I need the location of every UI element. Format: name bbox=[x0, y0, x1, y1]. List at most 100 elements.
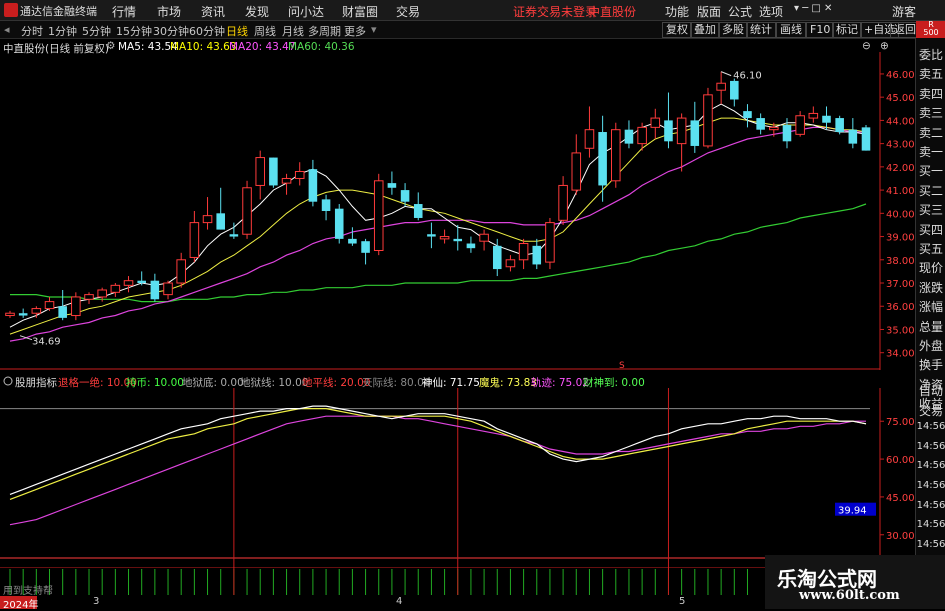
candle-body bbox=[584, 129, 595, 149]
panel-item-6[interactable]: 买一 bbox=[916, 162, 945, 179]
candle-body bbox=[387, 183, 397, 188]
panel-item-5[interactable]: 卖一 bbox=[916, 143, 945, 160]
menu-item-zixun[interactable]: 资讯 bbox=[201, 3, 225, 20]
window-controls-icon[interactable]: ▾ ─ □ ✕ bbox=[794, 3, 832, 14]
candle-body bbox=[361, 241, 370, 253]
price-tick-label: 36.00 bbox=[886, 302, 915, 313]
tab-weekly[interactable]: 周线 bbox=[254, 23, 276, 39]
biaoji-button[interactable]: 标记 bbox=[832, 22, 862, 38]
candle-body bbox=[558, 184, 568, 221]
panel-item-27[interactable]: 14:56 bbox=[916, 539, 945, 550]
panel-item-9[interactable]: 买四 bbox=[916, 221, 945, 238]
menu-item-caifuquan[interactable]: 财富圈 bbox=[342, 3, 378, 20]
panel-item-19[interactable]: 自动 bbox=[916, 382, 945, 399]
tab-fenshi[interactable]: 分时 bbox=[21, 23, 43, 39]
panel-item-8[interactable]: 买三 bbox=[916, 201, 945, 218]
panel-item-7[interactable]: 买二 bbox=[916, 182, 945, 199]
candle-body bbox=[822, 115, 831, 123]
panel-item-10[interactable]: 买五 bbox=[916, 240, 945, 257]
menu-item-gongshi[interactable]: 公式 bbox=[728, 3, 752, 20]
more-dropdown-icon[interactable]: ▾ bbox=[371, 23, 377, 36]
menu-item-wenxiaoda[interactable]: 问小达 bbox=[288, 3, 324, 20]
candle-body bbox=[84, 294, 94, 300]
candle-body bbox=[453, 238, 463, 242]
candle-body bbox=[321, 199, 331, 211]
panel-item-24[interactable]: 14:56 bbox=[916, 480, 945, 491]
huaxian-button[interactable]: 画线 bbox=[776, 22, 806, 38]
panel-item-21[interactable]: 14:56 bbox=[916, 421, 945, 432]
menu-item-gongneng[interactable]: 功能 bbox=[665, 3, 689, 20]
zoom-out-icon[interactable]: ⊖ bbox=[862, 40, 871, 52]
candle-body bbox=[532, 245, 542, 265]
diejia-button[interactable]: 叠加 bbox=[690, 22, 720, 38]
candle-body bbox=[730, 80, 739, 100]
candle-body bbox=[373, 180, 384, 251]
panel-item-16[interactable]: 换手 bbox=[916, 356, 945, 373]
tab-daily[interactable]: 日线 bbox=[226, 23, 248, 39]
panel-item-23[interactable]: 14:56 bbox=[916, 460, 945, 471]
panel-toggle-button[interactable]: R 500 bbox=[916, 21, 945, 38]
price-tick-label: 45.00 bbox=[886, 93, 915, 104]
tab-more[interactable]: 更多 bbox=[344, 23, 366, 39]
panel-item-22[interactable]: 14:56 bbox=[916, 441, 945, 452]
panel-item-26[interactable]: 14:56 bbox=[916, 519, 945, 530]
candle-body bbox=[650, 117, 661, 128]
collapse-icon[interactable]: ◂ bbox=[4, 23, 10, 36]
panel-item-15[interactable]: 外盘 bbox=[916, 337, 945, 354]
tab-15min[interactable]: 15分钟 bbox=[116, 23, 152, 39]
zoom-in-icon[interactable]: ⊕ bbox=[880, 40, 889, 52]
menu-item-banmian[interactable]: 版面 bbox=[697, 3, 721, 20]
duogu-button[interactable]: 多股 bbox=[718, 22, 748, 38]
candle-body bbox=[229, 234, 239, 237]
tab-multi-period[interactable]: 多周期 bbox=[308, 23, 341, 39]
candle-body bbox=[137, 280, 146, 284]
price-tick-label: 44.00 bbox=[886, 116, 915, 127]
panel-item-3[interactable]: 卖三 bbox=[916, 104, 945, 121]
panel-item-1[interactable]: 卖五 bbox=[916, 65, 945, 82]
menu-item-xuanxiang[interactable]: 选项 bbox=[759, 3, 783, 20]
menu-item-hangqing[interactable]: 行情 bbox=[112, 3, 136, 20]
panel-item-2[interactable]: 卖四 bbox=[916, 85, 945, 102]
quote-side-panel: R 500 委比卖五卖四卖三卖二卖一买一买二买三买四买五现价涨跌涨幅总量外盘换手… bbox=[915, 21, 945, 609]
candle-body bbox=[31, 308, 42, 314]
panel-item-14[interactable]: 总量 bbox=[916, 318, 945, 335]
tab-monthly[interactable]: 月线 bbox=[282, 23, 304, 39]
f10-button[interactable]: F10 bbox=[806, 22, 835, 38]
candle-body bbox=[756, 118, 765, 130]
panel-item-25[interactable]: 14:56 bbox=[916, 500, 945, 511]
time-axis-label-may: 5 bbox=[679, 596, 686, 607]
settings-gear-icon[interactable]: ⚙ bbox=[106, 40, 115, 52]
tab-1min[interactable]: 1分钟 bbox=[48, 23, 77, 39]
candle-body bbox=[97, 289, 107, 298]
tongji-button[interactable]: 统计 bbox=[746, 22, 776, 38]
price-tick-label: 34.00 bbox=[886, 349, 915, 360]
panel-item-13[interactable]: 涨幅 bbox=[916, 298, 945, 315]
login-status-text[interactable]: 证券交易未登录 bbox=[513, 3, 597, 20]
menu-item-shichang[interactable]: 市场 bbox=[157, 3, 181, 20]
tab-60min[interactable]: 60分钟 bbox=[189, 23, 225, 39]
panel-item-0[interactable]: 委比 bbox=[916, 46, 945, 63]
user-label[interactable]: 游客 bbox=[892, 3, 916, 20]
fuquan-button[interactable]: 复权 bbox=[662, 22, 692, 38]
panel-item-12[interactable]: 涨跌 bbox=[916, 279, 945, 296]
panel-item-4[interactable]: 卖二 bbox=[916, 124, 945, 141]
candle-body bbox=[861, 127, 871, 151]
tab-30min[interactable]: 30分钟 bbox=[153, 23, 189, 39]
panel-item-11[interactable]: 现价 bbox=[916, 259, 945, 276]
tab-5min[interactable]: 5分钟 bbox=[82, 23, 111, 39]
price-tick-label: 35.00 bbox=[886, 325, 915, 336]
candle-body bbox=[624, 129, 634, 144]
panel-item-20[interactable]: 交易 bbox=[916, 402, 945, 419]
menu-item-jiaoyi[interactable]: 交易 bbox=[396, 3, 420, 20]
menu-item-faxian[interactable]: 发现 bbox=[245, 3, 269, 20]
candle-body bbox=[163, 282, 173, 296]
candle-body bbox=[545, 222, 555, 263]
candlestick-chart[interactable]: 46.00 45.00 44.00 43.00 42.00 41.00 40.00 39.00… bbox=[0, 52, 915, 370]
menu-bar: 通达信金融终端 行情 市场 资讯 发现 问小达 财富圈 交易 证券交易未登录 中… bbox=[0, 0, 945, 21]
candle-body bbox=[637, 126, 647, 145]
candle-body bbox=[795, 115, 805, 135]
indicator-tick-label: 60.00 bbox=[886, 455, 915, 466]
indicator-chart[interactable]: 75.00 60.00 45.00 30.00 39.94 bbox=[0, 388, 915, 568]
candle-body bbox=[150, 280, 160, 300]
candle-body bbox=[348, 238, 357, 244]
